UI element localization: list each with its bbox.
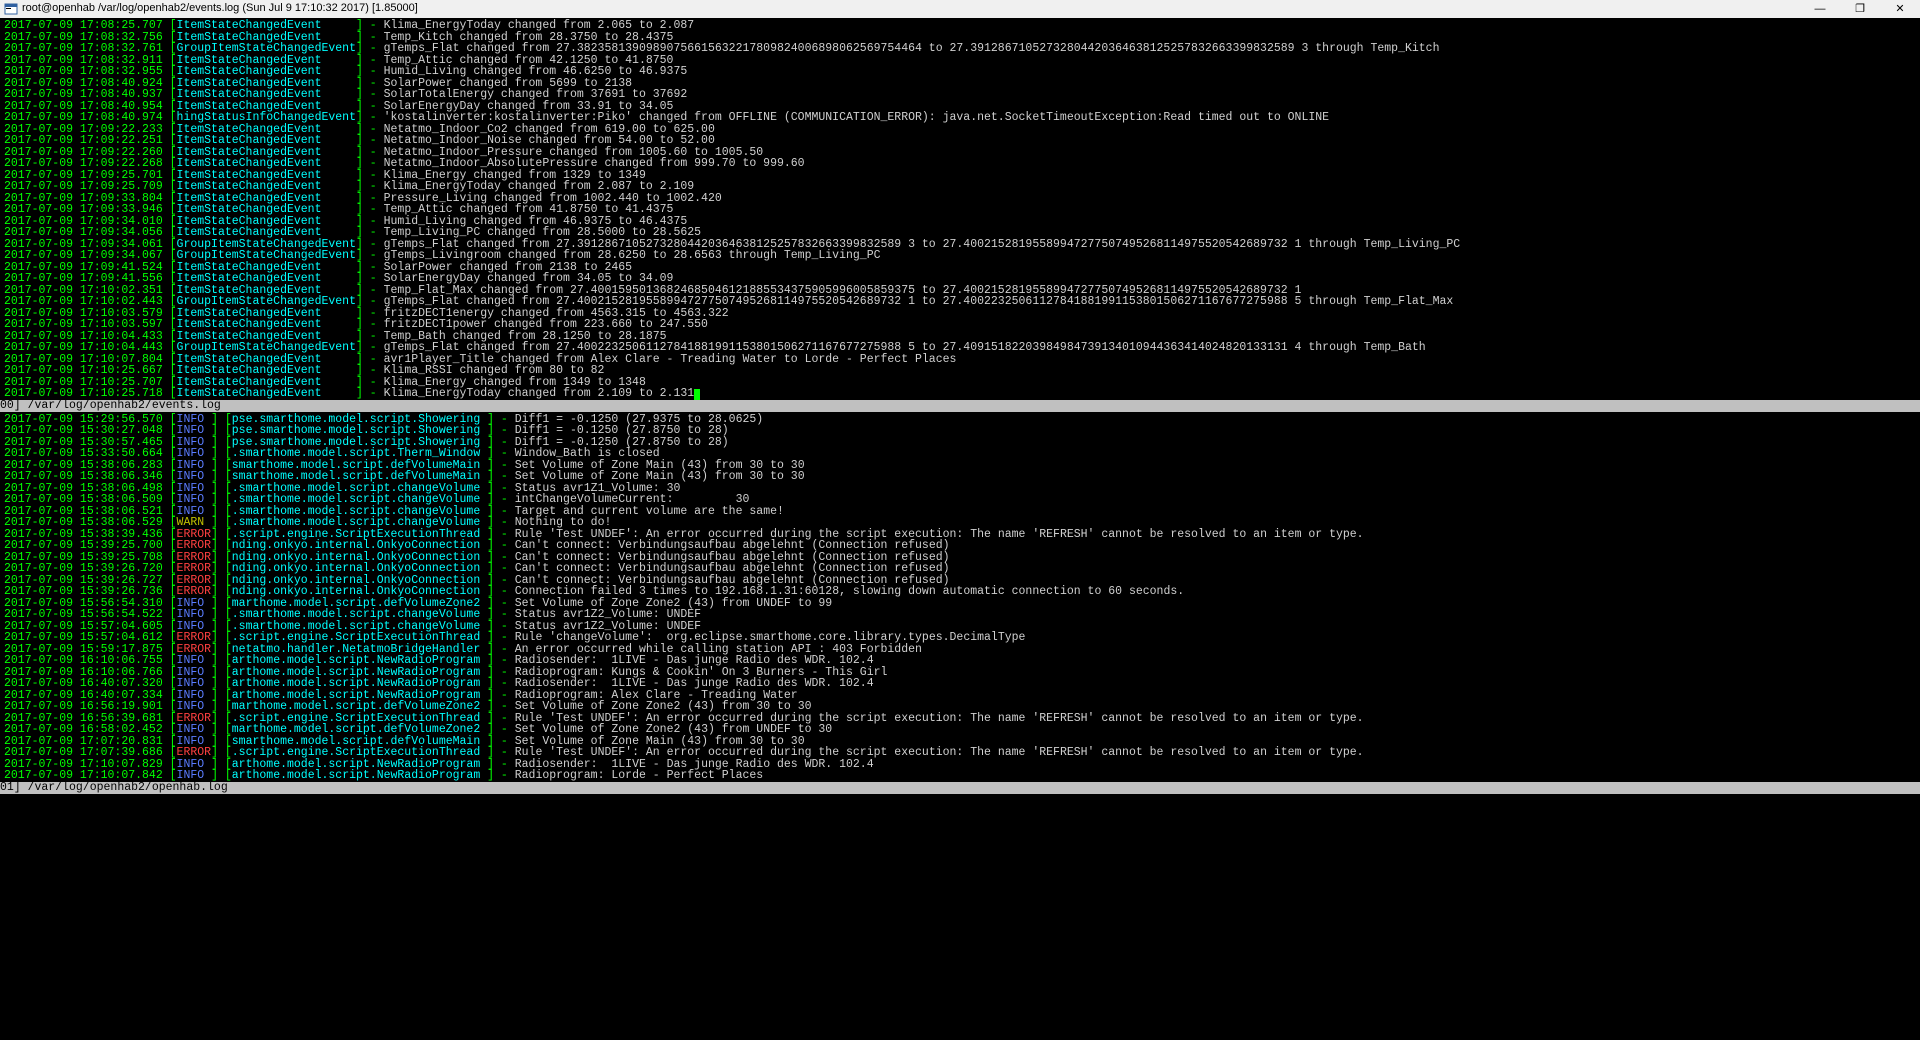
window-titlebar[interactable]: root@openhab /var/log/openhab2/events.lo… [0, 0, 1920, 18]
log-line: 2017-07-09 17:10:25.718 [ItemStateChange… [4, 388, 1916, 400]
pane0-status-bar: 00] /var/log/openhab2/events.log [0, 400, 1920, 412]
minimize-button[interactable]: — [1800, 0, 1840, 18]
log-line: 2017-07-09 17:10:07.842 [INFO ] [arthome… [4, 770, 1916, 782]
cursor [694, 389, 700, 400]
window-title: root@openhab /var/log/openhab2/events.lo… [22, 3, 418, 15]
maximize-button[interactable]: ❐ [1840, 0, 1880, 18]
window-controls: — ❐ ✕ [1800, 0, 1920, 18]
close-button[interactable]: ✕ [1880, 0, 1920, 18]
putty-icon [4, 2, 18, 16]
pane1-status-bar: 01] /var/log/openhab2/openhab.log [0, 782, 1920, 794]
events-log-pane[interactable]: 2017-07-09 17:08:25.707 [ItemStateChange… [0, 18, 1920, 400]
openhab-log-pane[interactable]: 2017-07-09 15:29:56.570 [INFO ] [pse.sma… [0, 412, 1920, 782]
